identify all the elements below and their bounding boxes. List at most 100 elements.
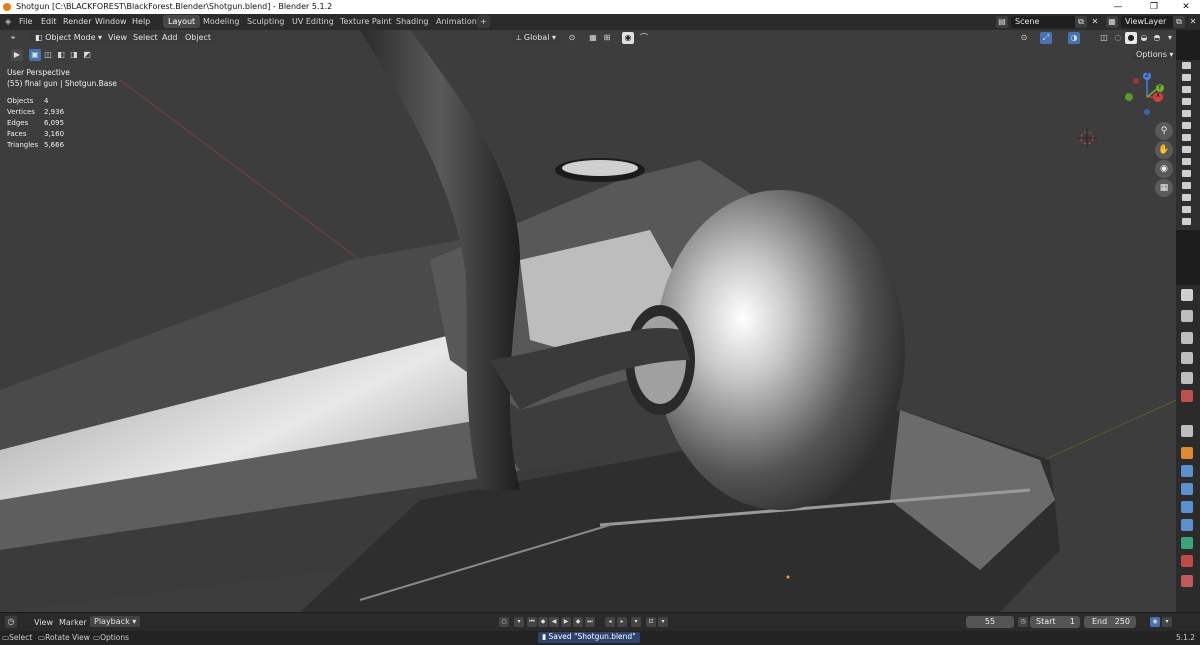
snap-target-icon[interactable]: ⊞: [601, 32, 613, 44]
menu-add[interactable]: Add: [158, 32, 182, 43]
world-properties-icon[interactable]: [1181, 390, 1193, 402]
constraint-properties-icon[interactable]: [1181, 519, 1193, 531]
playback-dropdown[interactable]: Playback ▾: [90, 616, 141, 627]
auto-keying-dropdown-icon[interactable]: ▾: [631, 617, 641, 627]
camera-icon[interactable]: [1182, 182, 1191, 189]
menu-file[interactable]: File: [19, 17, 32, 26]
keyframe-type-icon[interactable]: ⊡: [646, 617, 656, 627]
physics-properties-icon[interactable]: [1181, 501, 1193, 513]
overlay-toggle-icon[interactable]: ◑: [1068, 32, 1080, 44]
viewlayer-icon[interactable]: ▦: [1106, 16, 1118, 28]
minimize-button[interactable]: —: [1106, 1, 1130, 13]
rendered-shading-icon[interactable]: ◓: [1151, 32, 1163, 44]
add-workspace-button[interactable]: +: [477, 15, 490, 28]
select-mode-subtract-icon[interactable]: ◧: [55, 49, 67, 61]
particle-properties-icon[interactable]: [1181, 483, 1193, 495]
scene-icon[interactable]: ▤: [996, 16, 1008, 28]
close-button[interactable]: ✕: [1174, 1, 1198, 13]
timeline-display-dropdown-icon[interactable]: ▾: [1162, 617, 1172, 627]
xray-toggle-icon[interactable]: ◫: [1098, 32, 1110, 44]
collection-properties-icon[interactable]: [1181, 425, 1193, 437]
object-properties-icon[interactable]: [1181, 447, 1193, 459]
prev-keyframe-icon[interactable]: ◆: [538, 617, 548, 627]
camera-icon[interactable]: [1182, 74, 1191, 81]
perspective-grid-icon[interactable]: ▦: [1155, 179, 1173, 197]
proportional-falloff-icon[interactable]: ⌒: [638, 32, 650, 44]
timeline-menu-marker[interactable]: Marker: [59, 618, 87, 627]
material-properties-icon[interactable]: [1181, 555, 1193, 567]
menu-render[interactable]: Render: [63, 17, 91, 26]
camera-icon[interactable]: [1182, 146, 1191, 153]
record-icon[interactable]: ○: [499, 617, 509, 627]
scene-selector[interactable]: Scene: [1011, 16, 1079, 28]
sync-icon[interactable]: ◂: [605, 617, 615, 627]
play-reverse-icon[interactable]: ◀: [549, 617, 559, 627]
current-frame-field[interactable]: 55: [966, 616, 1014, 628]
output-properties-icon[interactable]: [1181, 332, 1193, 344]
scene-properties-icon[interactable]: [1181, 372, 1193, 384]
editor-type-icon[interactable]: ⌖: [7, 32, 19, 44]
tab-uv-editing[interactable]: UV Editing: [287, 15, 339, 28]
remove-viewlayer-icon[interactable]: ✕: [1187, 16, 1199, 28]
camera-icon[interactable]: [1182, 62, 1191, 69]
timeline-menu-view[interactable]: View: [34, 618, 53, 627]
modifier-properties-icon[interactable]: [1181, 465, 1193, 477]
select-box-tool-icon[interactable]: ▶: [11, 49, 23, 61]
maximize-button[interactable]: ❐: [1142, 1, 1166, 13]
tab-shading[interactable]: Shading: [391, 15, 434, 28]
menu-object[interactable]: Object: [181, 32, 216, 43]
menu-view[interactable]: View: [104, 32, 131, 43]
object-mode-dropdown[interactable]: ◧ Object Mode ▾: [31, 32, 107, 43]
camera-icon[interactable]: [1182, 206, 1191, 213]
tab-modeling[interactable]: Modeling: [198, 15, 244, 28]
keying-dropdown-icon[interactable]: ▾: [514, 617, 524, 627]
solid-shading-icon[interactable]: ●: [1125, 32, 1137, 44]
zoom-icon[interactable]: ⚲: [1155, 122, 1173, 140]
3d-viewport[interactable]: X Y Z ⚲ ✋ ◉ ▦ Options ▾ User Perspective…: [0, 30, 1176, 612]
transform-orientation-dropdown[interactable]: ⟂ Global ▾: [512, 32, 560, 43]
camera-icon[interactable]: [1182, 194, 1191, 201]
camera-icon[interactable]: [1182, 134, 1191, 141]
editor-type-icon[interactable]: ◷: [5, 616, 17, 628]
tab-sculpting[interactable]: Sculpting: [242, 15, 289, 28]
camera-icon[interactable]: [1182, 86, 1191, 93]
auto-keying-icon[interactable]: ▸: [617, 617, 627, 627]
preview-range-icon[interactable]: ◷: [1018, 617, 1028, 627]
camera-view-icon[interactable]: ◉: [1155, 160, 1173, 178]
end-frame-field[interactable]: End 250: [1084, 616, 1136, 628]
gizmo-z-label[interactable]: Z: [1145, 72, 1149, 79]
texture-properties-icon[interactable]: [1181, 575, 1193, 587]
new-scene-icon[interactable]: ⧉: [1075, 16, 1087, 28]
keyframe-type-dropdown-icon[interactable]: ▾: [658, 617, 668, 627]
jump-start-icon[interactable]: ⏮: [527, 617, 537, 627]
timeline-display-icon[interactable]: ◉: [1150, 617, 1160, 627]
menu-select[interactable]: Select: [129, 32, 162, 43]
blender-menu-icon[interactable]: ◈: [5, 17, 11, 26]
options-button[interactable]: Options ▾: [1132, 49, 1176, 60]
tool-properties-icon[interactable]: [1181, 289, 1193, 301]
remove-scene-icon[interactable]: ✕: [1089, 16, 1101, 28]
camera-icon[interactable]: [1182, 122, 1191, 129]
menu-edit[interactable]: Edit: [41, 17, 57, 26]
pan-hand-icon[interactable]: ✋: [1155, 141, 1173, 159]
viewlayer-selector[interactable]: ViewLayer: [1121, 16, 1177, 28]
select-mode-intersect-icon[interactable]: ◩: [81, 49, 93, 61]
visibility-icon[interactable]: ⊙: [1018, 32, 1030, 44]
gizmo-toggle-icon[interactable]: ⤢: [1040, 32, 1052, 44]
camera-icon[interactable]: [1182, 158, 1191, 165]
shading-options-icon[interactable]: ▾: [1164, 32, 1176, 44]
jump-end-icon[interactable]: ⏭: [585, 617, 595, 627]
select-mode-invert-icon[interactable]: ◨: [68, 49, 80, 61]
proportional-editing-icon[interactable]: ◉: [622, 32, 634, 44]
camera-icon[interactable]: [1182, 98, 1191, 105]
play-icon[interactable]: ▶: [561, 617, 571, 627]
view-layer-properties-icon[interactable]: [1181, 352, 1193, 364]
new-viewlayer-icon[interactable]: ⧉: [1173, 16, 1185, 28]
tab-layout[interactable]: Layout: [163, 15, 201, 28]
wireframe-shading-icon[interactable]: ◌: [1112, 32, 1124, 44]
tab-animation[interactable]: Animation: [431, 15, 482, 28]
menu-window[interactable]: Window: [95, 17, 127, 26]
pivot-point-icon[interactable]: ⊙: [566, 32, 578, 44]
data-properties-icon[interactable]: [1181, 537, 1193, 549]
next-keyframe-icon[interactable]: ◆: [573, 617, 583, 627]
